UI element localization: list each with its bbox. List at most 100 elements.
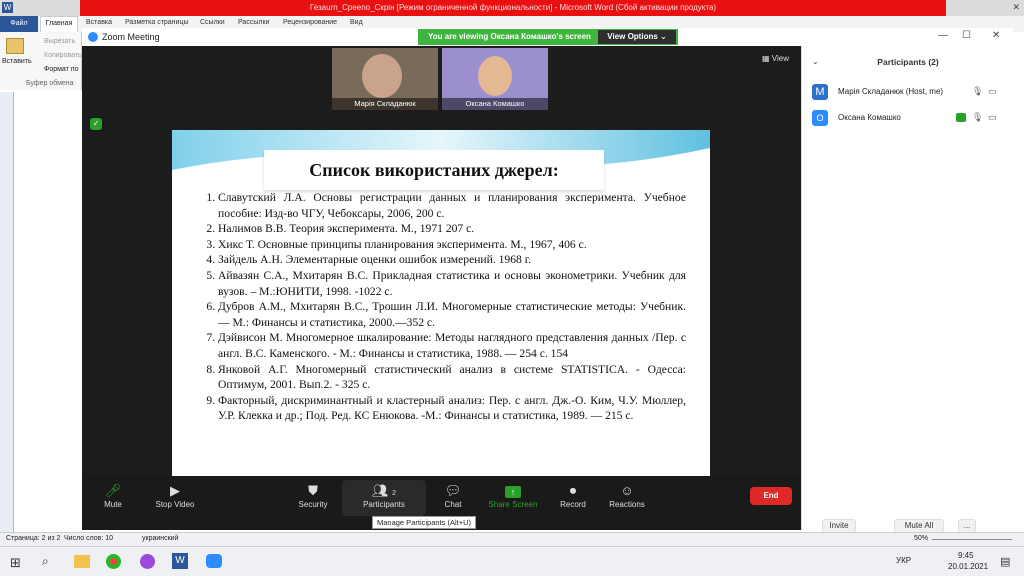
reference-item: Хикс Т. Основные принципы планирования э… [218, 237, 686, 253]
more-button[interactable]: ... [958, 519, 976, 533]
mute-label: Mute [104, 500, 122, 509]
search-icon[interactable]: ⌕ [42, 554, 49, 569]
mute-button[interactable]: 🎤︎ Mute [78, 482, 148, 509]
view-options-button[interactable]: View Options ⌄ [598, 30, 676, 44]
reference-item: Зайдель А.Н. Элементарные оценки ошибок … [218, 252, 686, 268]
end-meeting-button[interactable]: End [750, 487, 792, 505]
word-window-title: Гезаurn_Сpeeno_Скрін [Режим ограниченной… [80, 0, 946, 16]
microphone-icon[interactable]: 🎙︎ [972, 86, 983, 97]
microphone-icon: 🎤︎ [104, 483, 122, 498]
paste-label[interactable]: Вставить [2, 58, 32, 65]
zoom-level[interactable]: 50% [914, 535, 928, 542]
word-icon[interactable]: W [172, 553, 188, 569]
word-title-bar: W Гезаurn_Сpeeno_Скрін [Режим ограниченн… [0, 0, 1024, 16]
chat-label: Chat [444, 500, 462, 509]
view-label: View [771, 54, 789, 63]
slide-title: Список використаних джерел: [264, 150, 604, 190]
view-button[interactable]: ▦ View [762, 54, 789, 63]
reference-item: Налимов В.В. Теория эксперимента. М., 19… [218, 221, 686, 237]
tab-home[interactable]: Главная [40, 16, 78, 32]
reactions-label: Reactions [609, 500, 645, 509]
thumb-name: Оксана Комашко [442, 98, 548, 110]
stop-video-button[interactable]: ▶ Stop Video [140, 482, 210, 509]
viber-icon[interactable] [140, 554, 155, 569]
encryption-shield-icon[interactable]: ✓ [90, 118, 102, 130]
tab-layout[interactable]: Разметка страницы [125, 19, 189, 26]
video-area: Марія Складанюк Оксана Комашко ▦ View ✓ … [82, 46, 801, 496]
reactions-button[interactable]: ☺ Reactions [592, 482, 662, 509]
reactions-icon: ☺ [620, 483, 634, 498]
tab-mailings[interactable]: Рассылки [238, 19, 269, 26]
video-thumb-oksana[interactable]: Оксана Комашко [442, 48, 548, 110]
zoom-window: Zoom Meeting You are viewing Оксана Кома… [82, 28, 1013, 533]
zoom-window-title: Zoom Meeting [102, 32, 160, 42]
panel-title: Participants (2) [877, 57, 939, 67]
windows-taskbar: ⊞ ⌕ W УКР 9:45 20.01.2021 ▤ [0, 546, 1024, 576]
participant-name: Оксана Комашко [838, 113, 901, 122]
zoom-slider[interactable] [932, 539, 1012, 540]
reference-item: Дубров А.М., Мхитарян В.С., Трошин Л.И. … [218, 299, 686, 330]
security-button[interactable]: ⛊ Security [278, 482, 348, 509]
reference-item: Айвазян С.А., Мхитарян В.С. Прикладная с… [218, 268, 686, 299]
tab-review[interactable]: Рецензирование [283, 19, 337, 26]
participant-row[interactable]: M Марія Складанюк (Host, me) 🎙︎ ▭ [812, 82, 1012, 102]
format-painter-label[interactable]: Формат по [44, 66, 79, 73]
participants-count: 2 [392, 490, 397, 497]
tab-insert[interactable]: Вставка [86, 19, 112, 26]
view-options-label: View Options [607, 32, 658, 41]
participants-tooltip: Manage Participants (Alt+U) [372, 516, 476, 529]
zoom-title-bar: Zoom Meeting You are viewing Оксана Кома… [82, 28, 1013, 46]
notifications-icon[interactable]: ▤ [1000, 555, 1010, 568]
participants-panel: ⌄ Participants (2) M Марія Складанюк (Ho… [801, 46, 1013, 533]
references-list: Славутский Л.А. Основы регистрации данны… [200, 190, 686, 424]
zoom-logo-icon [88, 32, 98, 42]
clock-date[interactable]: 20.01.2021 [948, 562, 988, 571]
clipboard-group-label: Буфер обмена [26, 80, 74, 87]
reference-item: Славутский Л.А. Основы регистрации данны… [218, 190, 686, 221]
security-label: Security [298, 500, 328, 509]
shared-slide: Список використаних джерел: Славутский Л… [172, 130, 710, 496]
reference-item: Факторный, дискриминантный и кластерный … [218, 393, 686, 424]
keyboard-language[interactable]: УКР [896, 556, 911, 565]
participants-label: Participants [363, 500, 405, 509]
word-count[interactable]: Число слов: 10 [64, 535, 113, 542]
stop-video-label: Stop Video [155, 500, 195, 509]
word-status-bar: Страница: 2 из 2 Число слов: 10 украинск… [0, 532, 1024, 546]
minimize-icon[interactable]: — [938, 30, 948, 41]
invite-button[interactable]: Invite [822, 519, 856, 533]
video-camera-icon[interactable]: ▭ [988, 86, 997, 97]
cut-label[interactable]: Вырезать [44, 38, 75, 45]
word-clipboard-group: Вставить Вырезать Копировать Формат по Б… [0, 32, 82, 90]
record-label: Record [560, 500, 586, 509]
participant-row[interactable]: О Оксана Комашко 🎙︎ ▭ [812, 108, 1012, 128]
video-thumb-maria[interactable]: Марія Складанюк [332, 48, 438, 110]
reference-item: Янковой А.Г. Многомерный статистический … [218, 362, 686, 393]
clock-time[interactable]: 9:45 [958, 551, 974, 560]
windows-start-icon[interactable]: ⊞ [10, 555, 21, 571]
chrome-icon[interactable] [106, 554, 121, 569]
participants-icon: 👥︎ 2 [371, 483, 397, 498]
shield-icon: ⛊ [308, 483, 318, 498]
file-explorer-icon[interactable] [74, 555, 90, 568]
face-shape [362, 54, 402, 98]
paste-icon[interactable] [6, 38, 24, 54]
zoom-app-icon[interactable] [206, 554, 222, 568]
participants-button[interactable]: 👥︎ 2 Participants [342, 480, 426, 516]
mute-all-button[interactable]: Mute All [894, 519, 944, 533]
page-count[interactable]: Страница: 2 из 2 [6, 535, 60, 542]
language[interactable]: украинский [142, 535, 179, 542]
thumb-name: Марія Складанюк [332, 98, 438, 110]
video-camera-icon: ▶ [170, 483, 180, 498]
microphone-icon[interactable]: 🎙︎ [972, 112, 983, 123]
copy-label[interactable]: Копировать [44, 52, 82, 59]
tab-references[interactable]: Ссылки [200, 19, 225, 26]
word-close-icon[interactable]: ✕ [1012, 2, 1020, 13]
video-camera-icon[interactable]: ▭ [988, 112, 997, 123]
vertical-ruler [0, 92, 14, 544]
close-icon[interactable]: ✕ [992, 30, 1000, 41]
tab-file[interactable]: Файл [0, 16, 38, 32]
tab-view[interactable]: Вид [350, 19, 363, 26]
avatar: О [812, 110, 828, 126]
maximize-icon[interactable]: ☐ [962, 30, 971, 41]
word-logo-icon: W [2, 2, 13, 13]
